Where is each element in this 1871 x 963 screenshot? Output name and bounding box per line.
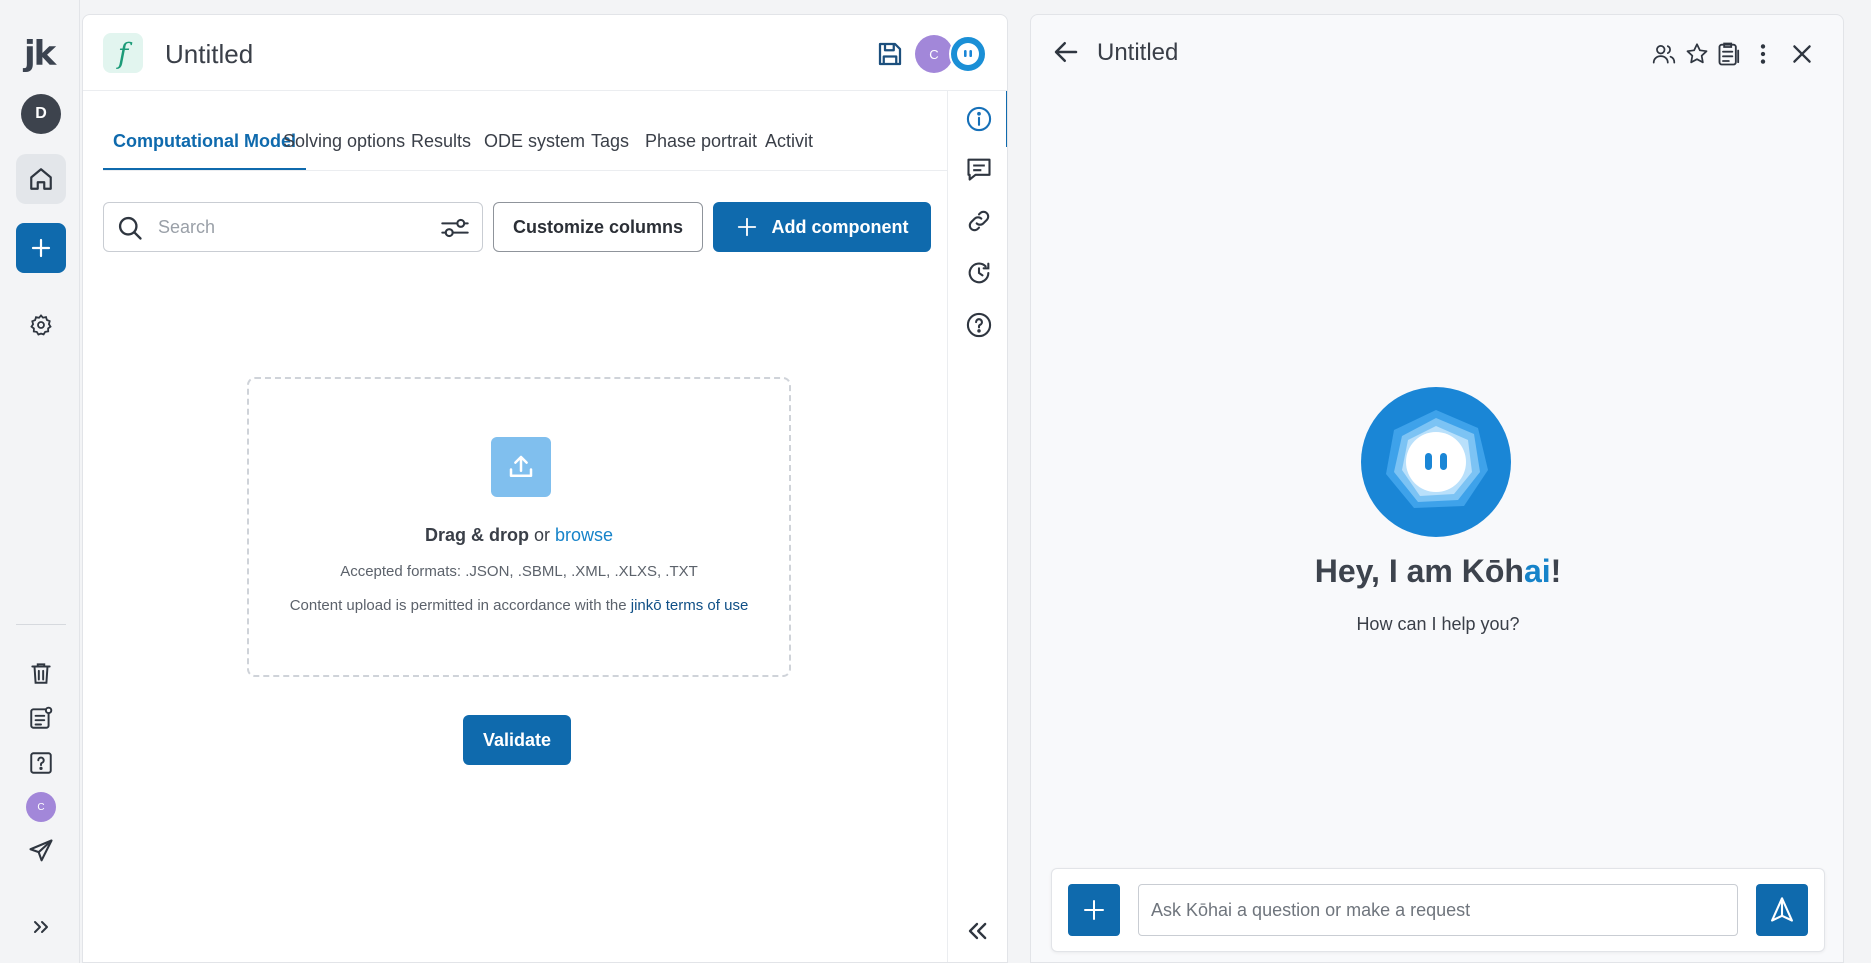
- assistant-title: Untitled: [1097, 39, 1179, 66]
- tab-activity[interactable]: Activit: [755, 123, 823, 170]
- create-button[interactable]: [16, 223, 66, 273]
- details-rail: [947, 91, 1007, 962]
- notes-icon: [30, 706, 53, 729]
- or-text: or: [528, 525, 555, 545]
- plus-icon: [1084, 900, 1104, 920]
- send-icon: [1771, 897, 1793, 922]
- function-badge: f: [103, 33, 143, 73]
- page-title[interactable]: Untitled: [165, 39, 253, 70]
- history-button[interactable]: [963, 257, 995, 289]
- greeting-ai: ai: [1523, 553, 1551, 589]
- assistant-avatar[interactable]: [949, 35, 987, 73]
- assistant-panel: Untitled Hey, I am Kōhai! How can I help…: [1030, 14, 1844, 963]
- expand-rail-button[interactable]: [26, 912, 56, 942]
- upload-button[interactable]: [491, 437, 551, 497]
- help-button[interactable]: [26, 748, 56, 778]
- share-button[interactable]: [1649, 39, 1679, 69]
- history-icon: [968, 262, 990, 284]
- attach-button[interactable]: [1068, 884, 1120, 936]
- comments-button[interactable]: [963, 153, 995, 185]
- favorite-button[interactable]: [1682, 39, 1712, 69]
- validate-button[interactable]: Validate: [463, 715, 571, 765]
- tab-results[interactable]: Results: [401, 123, 481, 170]
- nav-rail: jk D C: [0, 0, 80, 963]
- kohai-avatar: [1361, 387, 1511, 537]
- gear-icon: [30, 314, 52, 336]
- add-component-button[interactable]: Add component: [713, 202, 931, 252]
- terms-link[interactable]: jinkō terms of use: [631, 597, 749, 614]
- close-button[interactable]: [1787, 39, 1817, 69]
- upload-icon: [509, 455, 533, 477]
- settings-button[interactable]: [26, 310, 56, 340]
- chevron-double-left-icon: [968, 922, 987, 940]
- info-icon: [966, 106, 992, 132]
- terms-notice: Content upload is permitted in accordanc…: [249, 597, 789, 614]
- close-icon: [1793, 45, 1811, 63]
- chat-input[interactable]: [1138, 884, 1738, 936]
- trash-icon: [31, 663, 51, 684]
- expand-icon: [34, 921, 48, 933]
- clipboard-icon: [1718, 42, 1740, 66]
- send-button[interactable]: [1756, 884, 1808, 936]
- save-button[interactable]: [875, 39, 905, 69]
- upload-dropzone[interactable]: Drag & drop or browse Accepted formats: …: [247, 377, 791, 677]
- greeting-prefix: Hey, I am Kōh: [1314, 553, 1524, 589]
- more-options-button[interactable]: [1748, 39, 1778, 69]
- plus-icon: [31, 238, 51, 258]
- home-button[interactable]: [16, 154, 66, 204]
- accepted-formats: Accepted formats: .JSON, .SBML, .XML, .X…: [340, 563, 698, 580]
- model-content: Computational Model Solving options Resu…: [83, 91, 947, 962]
- chat-composer: [1051, 868, 1825, 952]
- greeting-suffix: !: [1550, 553, 1562, 589]
- search-icon: [118, 216, 142, 240]
- assistant-greeting: Hey, I am Kōhai!: [1031, 553, 1843, 590]
- add-component-label: Add component: [771, 216, 909, 237]
- tab-solving-options[interactable]: Solving options: [273, 123, 415, 170]
- home-icon: [30, 168, 52, 190]
- tab-phase-portrait[interactable]: Phase portrait: [635, 123, 767, 170]
- assistant-subtitle: How can I help you?: [1356, 614, 1520, 634]
- filter-icon[interactable]: [440, 214, 470, 242]
- tab-bar: Computational Model Solving options Resu…: [103, 123, 947, 171]
- dropzone-instructions: Drag & drop or browse: [249, 525, 789, 546]
- bot-icon: [1386, 410, 1488, 508]
- back-button[interactable]: [1051, 37, 1083, 69]
- comment-icon: [967, 158, 991, 181]
- save-icon: [878, 42, 902, 66]
- more-vertical-icon: [1760, 44, 1766, 64]
- help-icon: [30, 752, 52, 774]
- user-avatar[interactable]: D: [21, 94, 61, 134]
- tab-tags[interactable]: Tags: [581, 123, 639, 170]
- search-field: [103, 202, 483, 252]
- link-icon: [968, 210, 990, 232]
- users-icon: [1652, 45, 1676, 64]
- drag-drop-text: Drag & drop: [424, 525, 529, 545]
- star-icon: [1686, 43, 1708, 64]
- search-input[interactable]: [158, 213, 418, 241]
- trash-button[interactable]: [26, 658, 56, 688]
- arrow-left-icon: [1054, 42, 1078, 62]
- send-icon: [29, 839, 53, 862]
- bot-icon: [957, 43, 979, 65]
- links-button[interactable]: [963, 205, 995, 237]
- browse-link[interactable]: browse: [555, 525, 613, 545]
- feedback-button[interactable]: [24, 834, 58, 868]
- help-button[interactable]: [963, 309, 995, 341]
- collaborator-avatar[interactable]: C: [915, 35, 953, 73]
- info-button[interactable]: [963, 103, 995, 135]
- active-indicator: [1006, 91, 1007, 147]
- collapse-panel-button[interactable]: [963, 917, 995, 949]
- customize-columns-button[interactable]: Customize columns: [493, 202, 703, 252]
- clipboard-button[interactable]: [1715, 39, 1745, 69]
- rail-divider: [16, 624, 66, 625]
- plus-icon: [737, 217, 756, 237]
- model-header: f Untitled C: [83, 15, 1007, 91]
- help-icon: [966, 312, 992, 338]
- model-panel: f Untitled C Computational Model Solving…: [82, 14, 1008, 963]
- tab-ode-system[interactable]: ODE system: [474, 123, 595, 170]
- collaborator-avatar[interactable]: C: [26, 792, 56, 822]
- terms-prefix: Content upload is permitted in accordanc…: [289, 597, 631, 614]
- app-logo[interactable]: jk: [24, 34, 56, 74]
- release-notes-button[interactable]: [26, 703, 56, 733]
